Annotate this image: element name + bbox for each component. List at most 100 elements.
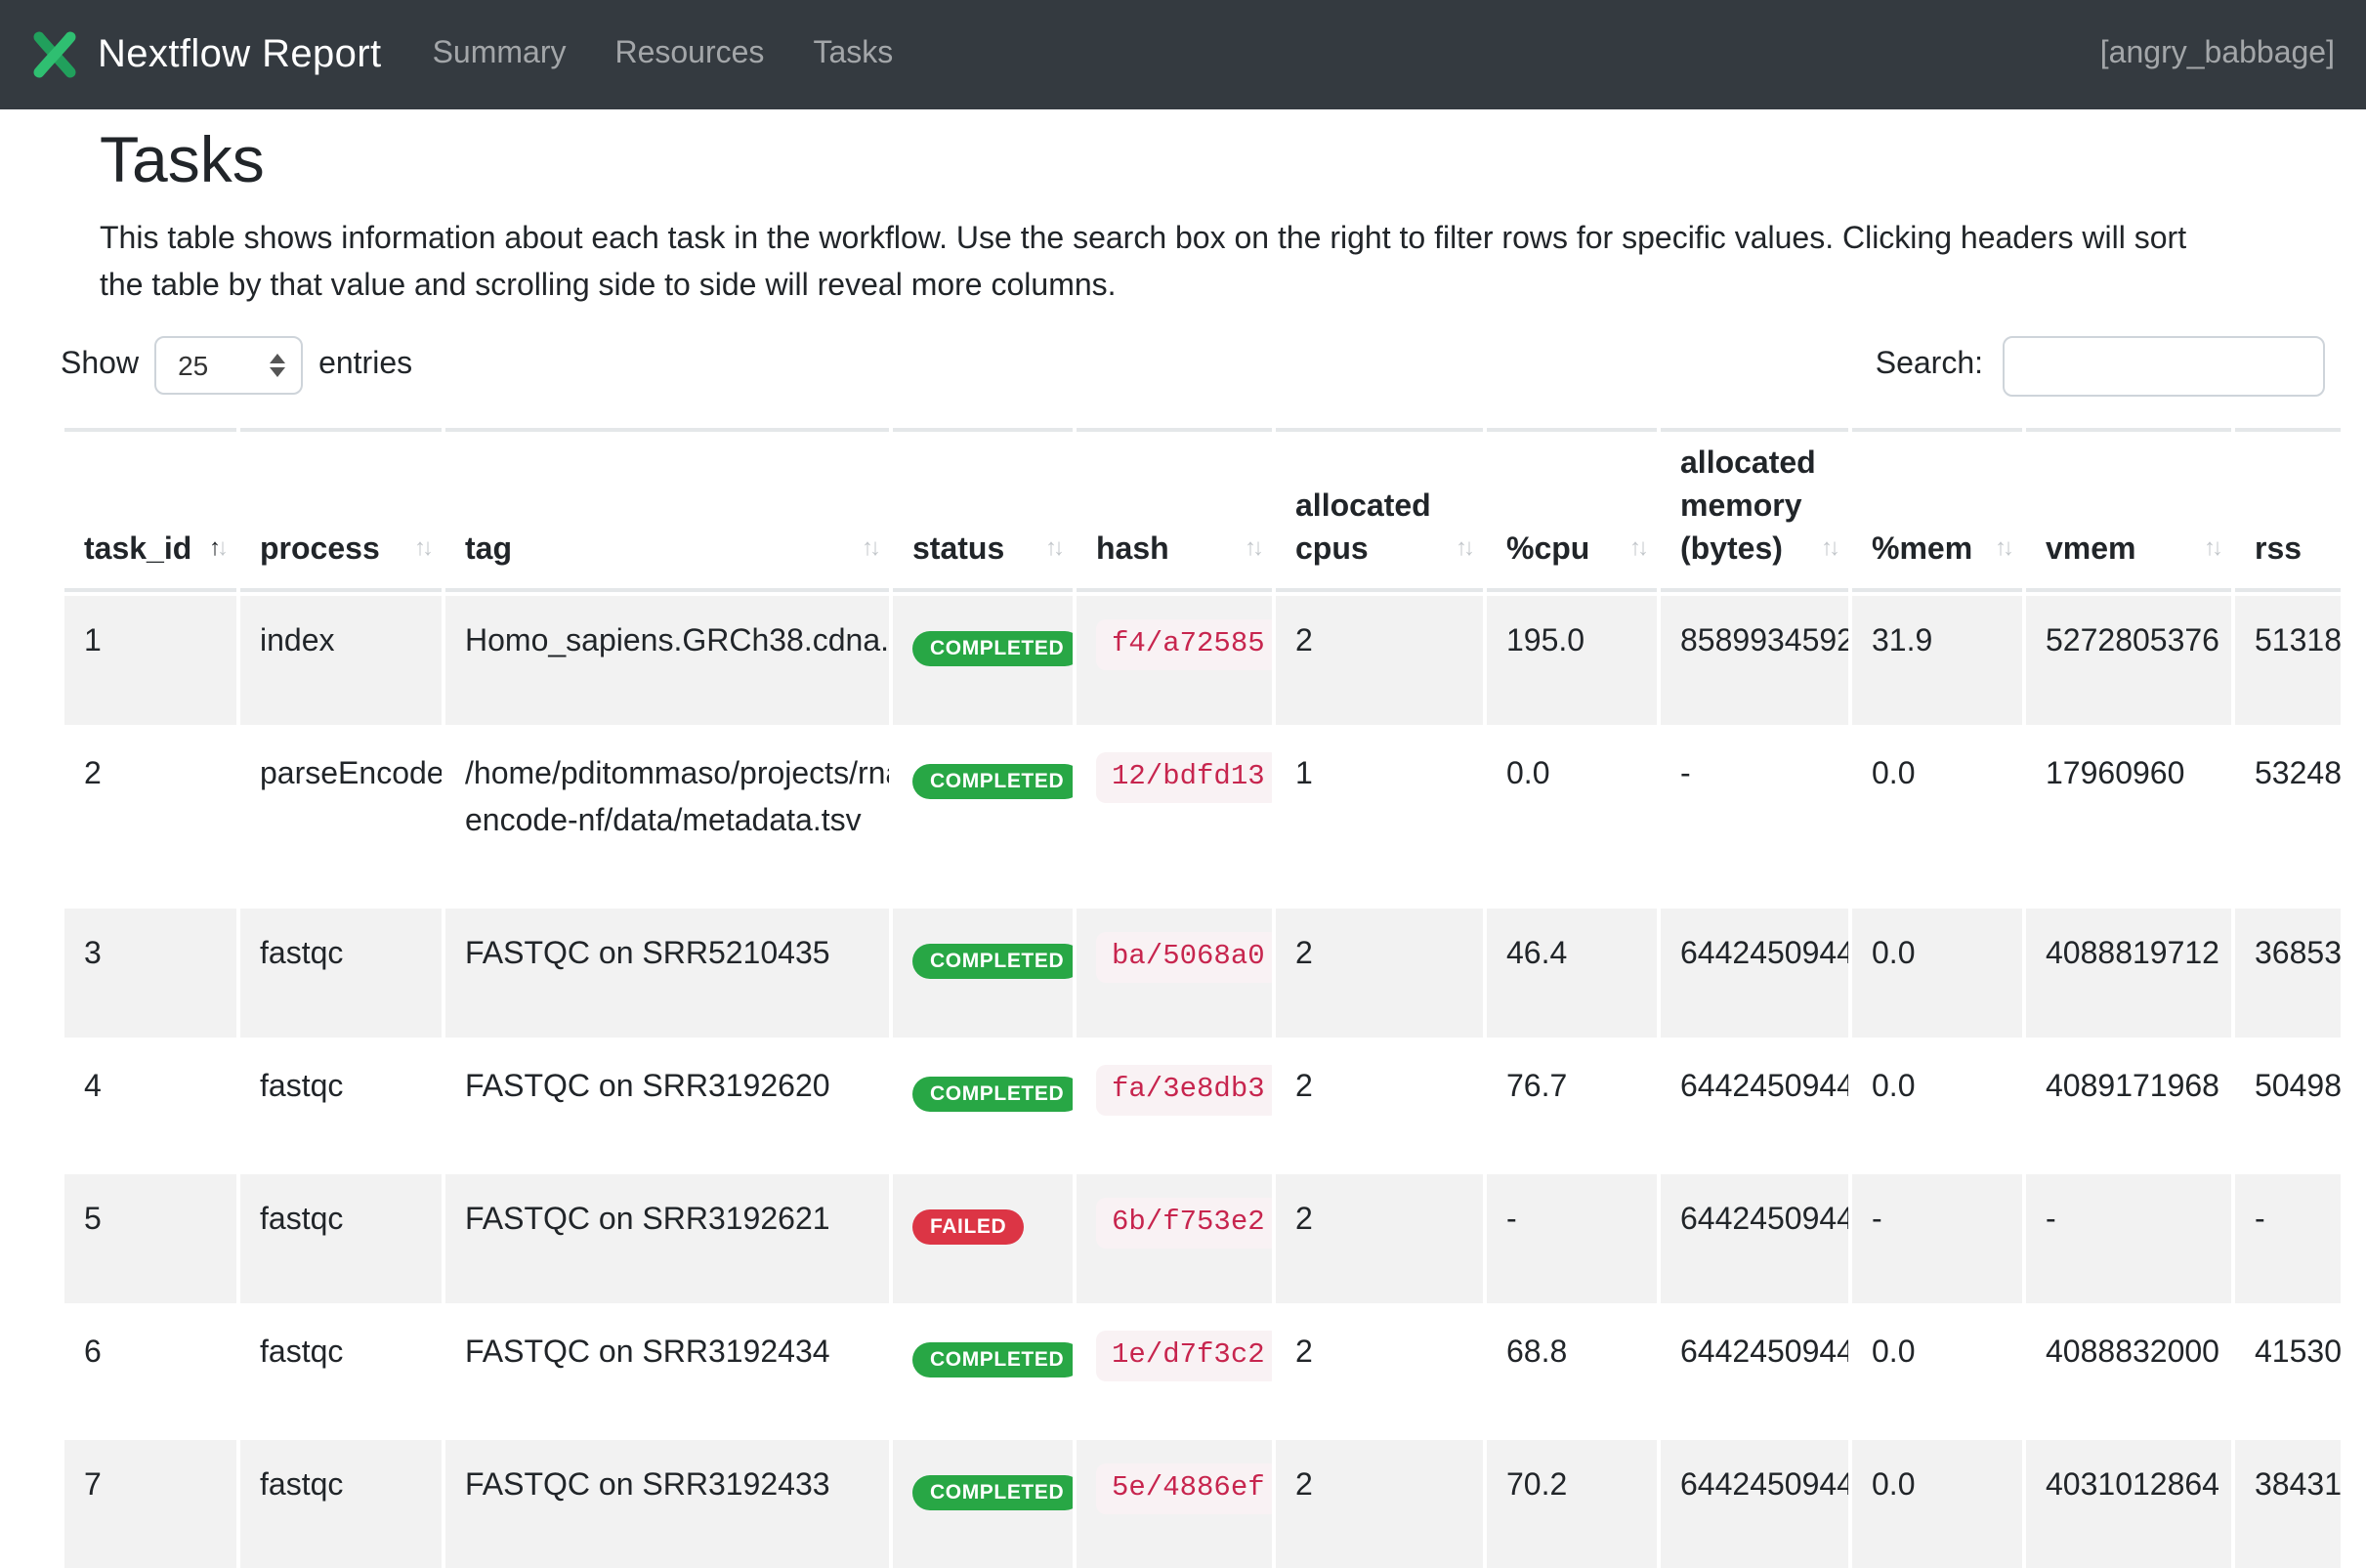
cell-hash: 12/bdfd13 — [1077, 724, 1272, 904]
cell-process: index — [240, 591, 442, 724]
column-header-allocated-memory[interactable]: allocated memory (bytes) ↑↓ — [1661, 427, 1848, 591]
search-input[interactable] — [2003, 335, 2325, 396]
column-header-pmem[interactable]: %mem ↑↓ — [1852, 427, 2022, 591]
table-row: 6fastqcFASTQC on SRR3192434COMPLETED1e/d… — [64, 1302, 2341, 1435]
nav-link-tasks[interactable]: Tasks — [813, 37, 893, 72]
cell-pmem: 0.0 — [1852, 1037, 2022, 1169]
cell-hash: 6b/f753e2 — [1077, 1169, 1272, 1302]
cell-task_id: 1 — [64, 591, 236, 724]
session-name: [angry_babbage] — [2100, 37, 2335, 72]
cell-rss: 50498 — [2235, 1037, 2341, 1169]
cell-pmem: 0.0 — [1852, 724, 2022, 904]
column-header-status[interactable]: status ↑↓ — [893, 427, 1073, 591]
cell-task_id: 6 — [64, 1302, 236, 1435]
nav-link-summary[interactable]: Summary — [433, 37, 567, 72]
cell-vmem: 5272805376 — [2026, 591, 2231, 724]
column-header-pcpu[interactable]: %cpu ↑↓ — [1487, 427, 1657, 591]
table-row: 1indexHomo_sapiens.GRCh38.cdna.all.fa.gz… — [64, 591, 2341, 724]
cell-status: COMPLETED — [893, 724, 1073, 904]
navbar: Nextflow Report Summary Resources Tasks … — [0, 0, 2366, 109]
cell-mem: 6442450944 — [1661, 1169, 1848, 1302]
status-badge: COMPLETED — [912, 763, 1073, 799]
cell-task_id: 2 — [64, 724, 236, 904]
cell-cpus: 1 — [1276, 724, 1483, 904]
cell-status: COMPLETED — [893, 1302, 1073, 1435]
sort-icon: ↑↓ — [1045, 525, 1061, 568]
cell-cpus: 2 — [1276, 1302, 1483, 1435]
cell-mem: - — [1661, 724, 1848, 904]
tasks-table-container[interactable]: task_id ↑↓ process ↑↓ tag ↑↓ status ↑↓ h… — [61, 427, 2341, 1568]
nextflow-logo-icon — [31, 31, 78, 78]
column-header-process[interactable]: process ↑↓ — [240, 427, 442, 591]
table-row: 3fastqcFASTQC on SRR5210435COMPLETEDba/5… — [64, 904, 2341, 1037]
cell-rss: - — [2235, 1169, 2341, 1302]
cell-task_id: 3 — [64, 904, 236, 1037]
sort-icon: ↑↓ — [414, 525, 430, 568]
cell-pcpu: 68.8 — [1487, 1302, 1657, 1435]
select-stepper-icon — [270, 354, 285, 377]
hash-code: 12/bdfd13 — [1096, 751, 1272, 802]
sort-icon: ↑↓ — [209, 525, 225, 568]
column-header-task_id[interactable]: task_id ↑↓ — [64, 427, 236, 591]
page-title: Tasks — [100, 121, 2341, 198]
cell-cpus: 2 — [1276, 1037, 1483, 1169]
cell-cpus: 2 — [1276, 904, 1483, 1037]
cell-status: COMPLETED — [893, 1435, 1073, 1568]
cell-rss: 38431 — [2235, 1435, 2341, 1568]
cell-rss: 36853 — [2235, 904, 2341, 1037]
cell-task_id: 7 — [64, 1435, 236, 1568]
page-size-value: 25 — [178, 350, 208, 381]
column-header-hash[interactable]: hash ↑↓ — [1077, 427, 1272, 591]
cell-vmem: - — [2026, 1169, 2231, 1302]
cell-rss: 53248 — [2235, 724, 2341, 904]
status-badge: COMPLETED — [912, 1341, 1073, 1377]
cell-pmem: 0.0 — [1852, 904, 2022, 1037]
cell-task_id: 5 — [64, 1169, 236, 1302]
cell-vmem: 4088819712 — [2026, 904, 2231, 1037]
cell-pmem: 31.9 — [1852, 591, 2022, 724]
cell-vmem: 17960960 — [2026, 724, 2231, 904]
cell-status: COMPLETED — [893, 904, 1073, 1037]
sort-icon: ↑↓ — [1995, 525, 2010, 568]
navbar-brand[interactable]: Nextflow Report — [31, 31, 382, 78]
page-size-select[interactable]: 25 — [154, 336, 303, 395]
hash-code: ba/5068a0 — [1096, 931, 1272, 982]
cell-process: fastqc — [240, 1435, 442, 1568]
hash-code: 5e/4886ef — [1096, 1462, 1272, 1513]
column-header-tag[interactable]: tag ↑↓ — [445, 427, 889, 591]
status-badge: COMPLETED — [912, 1474, 1073, 1510]
hash-code: 6b/f753e2 — [1096, 1197, 1272, 1248]
sort-icon: ↑↓ — [1821, 525, 1837, 568]
column-header-allocated-cpus[interactable]: allocated cpus ↑↓ — [1276, 427, 1483, 591]
cell-pcpu: - — [1487, 1169, 1657, 1302]
sort-icon: ↑↓ — [1245, 525, 1260, 568]
cell-tag: FASTQC on SRR5210435 — [445, 904, 889, 1037]
column-header-rss[interactable]: rss ↑↓ — [2235, 427, 2341, 591]
table-header: task_id ↑↓ process ↑↓ tag ↑↓ status ↑↓ h… — [64, 427, 2341, 591]
table-row: 4fastqcFASTQC on SRR3192620COMPLETEDfa/3… — [64, 1037, 2341, 1169]
cell-vmem: 4088832000 — [2026, 1302, 2231, 1435]
cell-mem: 6442450944 — [1661, 904, 1848, 1037]
entries-label: entries — [318, 348, 412, 383]
status-badge: FAILED — [912, 1208, 1024, 1245]
cell-pmem: - — [1852, 1169, 2022, 1302]
cell-pmem: 0.0 — [1852, 1302, 2022, 1435]
search-area: Search: — [1876, 335, 2341, 396]
cell-tag: Homo_sapiens.GRCh38.cdna.all.fa.gz — [445, 591, 889, 724]
column-header-vmem[interactable]: vmem ↑↓ — [2026, 427, 2231, 591]
cell-mem: 6442450944 — [1661, 1037, 1848, 1169]
brand-title: Nextflow Report — [98, 32, 382, 77]
cell-cpus: 2 — [1276, 591, 1483, 724]
cell-pcpu: 46.4 — [1487, 904, 1657, 1037]
cell-tag: FASTQC on SRR3192433 — [445, 1435, 889, 1568]
table-row: 5fastqcFASTQC on SRR3192621FAILED6b/f753… — [64, 1169, 2341, 1302]
cell-pmem: 0.0 — [1852, 1435, 2022, 1568]
cell-mem: 6442450944 — [1661, 1435, 1848, 1568]
status-badge: COMPLETED — [912, 630, 1073, 666]
hash-code: 1e/d7f3c2 — [1096, 1330, 1272, 1380]
cell-tag: /home/pditommaso/projects/rnaseq-encode-… — [445, 724, 889, 904]
cell-status: FAILED — [893, 1169, 1073, 1302]
nav-link-resources[interactable]: Resources — [614, 37, 764, 72]
cell-rss: 51318 — [2235, 591, 2341, 724]
cell-pcpu: 0.0 — [1487, 724, 1657, 904]
